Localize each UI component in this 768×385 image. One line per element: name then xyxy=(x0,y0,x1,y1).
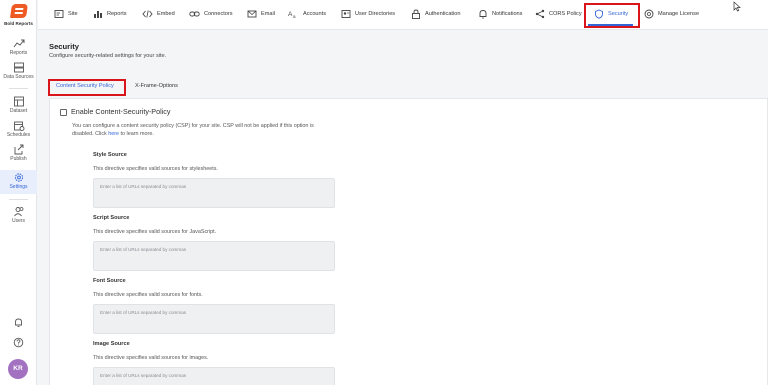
share-icon xyxy=(535,9,545,19)
sidebar-item-settings[interactable]: Settings xyxy=(0,170,37,194)
page-title: Security xyxy=(49,42,79,51)
enable-csp-checkbox[interactable] xyxy=(60,109,67,116)
tab-site[interactable]: Site xyxy=(54,7,78,21)
security-tab-highlight-box xyxy=(584,3,640,28)
settings-top-nav: Site Reports Embed Connectors Email Aa A… xyxy=(38,0,768,30)
sidebar-item-label: Publish xyxy=(10,156,27,162)
style-source-desc: This directive specifies valid sources f… xyxy=(93,166,218,172)
sidebar-item-label: Reports xyxy=(9,50,28,56)
bell-icon[interactable] xyxy=(13,317,24,328)
script-source-title: Script Source xyxy=(93,215,130,221)
sidebar-divider xyxy=(9,199,28,200)
svg-text:a: a xyxy=(293,14,296,19)
tab-reports[interactable]: Reports xyxy=(93,7,127,21)
image-source-title: Image Source xyxy=(93,341,130,347)
enable-csp-label[interactable]: Enable Content-Security-Policy xyxy=(71,107,170,116)
tab-label: Embed xyxy=(157,11,175,17)
tab-manage-license[interactable]: Manage License xyxy=(644,7,699,21)
tab-label: Notifications xyxy=(492,11,523,17)
tab-cors-policy[interactable]: CORS Policy xyxy=(535,7,582,21)
tab-x-frame-options[interactable]: X-Frame-Options xyxy=(135,83,178,89)
brand[interactable]: Bold Reports xyxy=(0,4,37,26)
sidebar-item-label: Data Sources xyxy=(3,74,34,80)
help-icon[interactable] xyxy=(13,337,24,348)
license-icon xyxy=(644,9,654,19)
tab-connectors[interactable]: Connectors xyxy=(189,7,233,21)
sidebar-item-users[interactable]: Users xyxy=(0,206,37,228)
script-source-desc: This directive specifies valid sources f… xyxy=(93,229,217,235)
tab-authentication[interactable]: Authentication xyxy=(411,7,460,21)
sidebar-item-reports[interactable]: Reports xyxy=(0,38,37,60)
site-icon xyxy=(54,10,64,18)
tab-user-directories[interactable]: User Directories xyxy=(341,7,395,21)
dataset-icon xyxy=(13,96,24,107)
csp-settings-card: Enable Content-Security-Policy You can c… xyxy=(49,98,768,385)
accounts-icon: Aa xyxy=(288,11,296,19)
tab-accounts[interactable]: Aa Accounts xyxy=(288,7,326,21)
mouse-cursor-icon xyxy=(733,1,741,12)
sidebar-item-label: Settings xyxy=(9,184,28,190)
mail-icon xyxy=(247,10,257,18)
sidebar-item-label: Schedules xyxy=(6,132,31,138)
main-content: Security Configure security-related sett… xyxy=(38,31,768,385)
tab-label: Reports xyxy=(107,11,127,17)
tab-label: Authentication xyxy=(425,11,461,17)
image-source-desc: This directive specifies valid sources f… xyxy=(93,355,209,361)
lock-icon xyxy=(412,9,420,19)
users-icon xyxy=(13,207,23,217)
image-source-input[interactable] xyxy=(93,367,335,385)
reports-trend-icon xyxy=(13,39,24,48)
code-icon xyxy=(142,10,153,18)
tab-label: User Directories xyxy=(355,11,396,17)
tab-embed[interactable]: Embed xyxy=(142,7,175,21)
tab-label: Connectors xyxy=(204,11,233,17)
csp-description-suffix: to learn more. xyxy=(119,131,154,137)
tab-label: CORS Policy xyxy=(549,11,582,17)
sidebar-item-schedules[interactable]: Schedules xyxy=(0,120,37,142)
tab-notifications[interactable]: Notifications xyxy=(478,7,522,21)
publish-icon xyxy=(14,144,23,155)
link-icon xyxy=(189,11,200,17)
csp-description: You can configure a content security pol… xyxy=(72,122,332,138)
avatar[interactable]: KR xyxy=(8,359,28,379)
sidebar-divider xyxy=(9,88,28,89)
style-source-title: Style Source xyxy=(93,152,127,158)
bold-reports-logo-icon xyxy=(9,4,28,18)
sidebar-item-label: Users xyxy=(11,218,26,224)
font-source-desc: This directive specifies valid sources f… xyxy=(93,292,203,298)
left-sidebar: Bold Reports Reports Data Sources Datase… xyxy=(0,0,37,385)
sidebar-item-publish[interactable]: Publish xyxy=(0,144,37,166)
font-source-title: Font Source xyxy=(93,278,126,284)
directory-icon xyxy=(341,10,351,18)
script-source-input[interactable] xyxy=(93,241,335,271)
bell-icon xyxy=(479,10,487,19)
brand-name: Bold Reports xyxy=(4,21,33,26)
data-sources-icon xyxy=(13,62,24,73)
schedules-icon xyxy=(13,121,24,131)
sidebar-item-data-sources[interactable]: Data Sources xyxy=(0,62,37,84)
csp-tab-highlight-box xyxy=(48,79,126,96)
font-source-input[interactable] xyxy=(93,304,335,334)
bar-chart-icon xyxy=(94,11,102,18)
tab-label: Manage License xyxy=(658,11,700,17)
learn-more-link[interactable]: here xyxy=(108,131,119,137)
sidebar-item-dataset[interactable]: Dataset xyxy=(0,96,37,118)
tab-label: Accounts xyxy=(303,11,327,17)
tab-label: Email xyxy=(261,11,275,17)
tab-label: Site xyxy=(68,11,78,17)
sidebar-item-label: Dataset xyxy=(9,108,28,114)
tab-email[interactable]: Email xyxy=(247,7,275,21)
settings-gear-icon xyxy=(14,173,23,182)
page-subtitle: Configure security-related settings for … xyxy=(49,53,167,59)
style-source-input[interactable] xyxy=(93,178,335,208)
